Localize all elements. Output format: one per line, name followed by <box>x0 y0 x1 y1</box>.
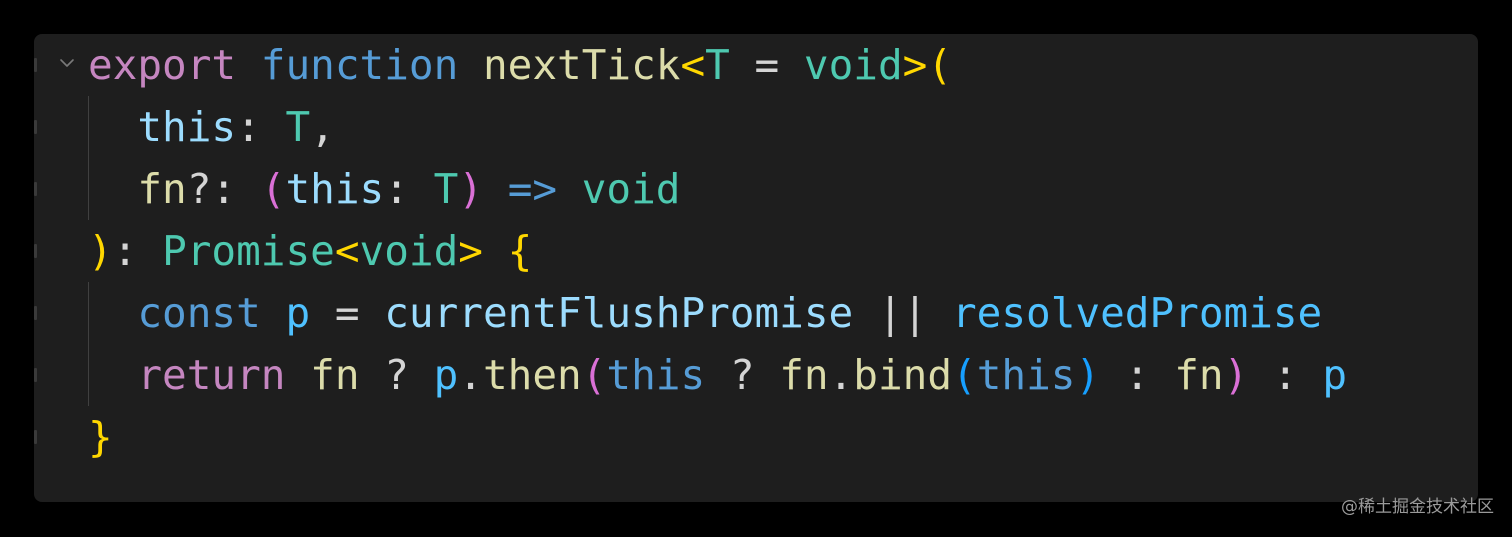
code-token: ? <box>705 351 780 399</box>
code-token: ( <box>952 351 977 399</box>
code-token: const <box>137 289 261 337</box>
code-line[interactable]: return fn ? p.then(this ? fn.bind(this) … <box>88 344 1347 406</box>
code-token: > <box>458 227 483 275</box>
code-token: = <box>729 41 804 89</box>
code-line[interactable]: export function nextTick<T = void>( <box>88 34 952 96</box>
code-token: ) <box>1223 351 1249 399</box>
code-token: : <box>1100 351 1175 399</box>
code-token: fn <box>779 351 829 399</box>
code-token: void <box>581 165 681 213</box>
code-token: ? <box>359 351 434 399</box>
code-token: } <box>88 413 113 461</box>
code-token: ( <box>581 351 607 399</box>
code-line[interactable]: ): Promise<void> { <box>88 220 532 282</box>
code-token: this <box>606 351 706 399</box>
code-token: function <box>260 41 459 89</box>
code-line[interactable]: this: T, <box>88 96 335 158</box>
code-token: = <box>310 289 385 337</box>
code-line[interactable]: fn?: (this: T) => void <box>88 158 681 220</box>
code-token: void <box>359 227 459 275</box>
code-token: ?: <box>186 165 261 213</box>
code-token: . <box>828 351 854 399</box>
code-token: fn <box>137 165 187 213</box>
screenshot-frame: export function nextTick<T = void>( this… <box>0 0 1512 537</box>
code-token: ) <box>1075 351 1101 399</box>
code-token: < <box>680 41 706 89</box>
code-token: nextTick <box>482 41 681 89</box>
watermark: @稀土掘金技术社区 <box>1341 497 1494 517</box>
code-token: resolvedPromise <box>951 289 1323 337</box>
code-token: fn <box>1174 351 1224 399</box>
code-token: this <box>976 351 1076 399</box>
code-token: Promise <box>162 227 335 275</box>
code-token: T <box>285 103 311 151</box>
code-token: : <box>112 227 163 275</box>
code-token: export <box>88 41 237 89</box>
code-token: , <box>310 103 335 151</box>
code-token: T <box>433 165 459 213</box>
code-editor[interactable]: export function nextTick<T = void>( this… <box>34 34 1478 502</box>
code-token: T <box>705 41 730 89</box>
code-token: < <box>334 227 360 275</box>
code-line[interactable]: const p = currentFlushPromise || resolve… <box>88 282 1322 344</box>
code-token: . <box>458 351 483 399</box>
code-token: this <box>137 103 237 151</box>
code-token: currentFlushPromise <box>384 289 854 337</box>
code-token: || <box>853 289 952 337</box>
code-token: p <box>1322 351 1348 399</box>
code-token: return <box>137 351 286 399</box>
code-line[interactable]: } <box>88 406 113 468</box>
code-token: > <box>902 41 928 89</box>
code-token: : <box>1248 351 1323 399</box>
code-token: => <box>507 165 558 213</box>
code-token: fn <box>310 351 360 399</box>
code-token: { <box>507 227 533 275</box>
code-token: : <box>236 103 286 151</box>
code-token: ) <box>458 165 483 213</box>
code-token: : <box>384 165 434 213</box>
code-area[interactable]: export function nextTick<T = void>( this… <box>34 34 1478 502</box>
code-token: p <box>433 351 459 399</box>
code-token: void <box>803 41 903 89</box>
code-token: bind <box>853 351 953 399</box>
code-token: then <box>482 351 582 399</box>
code-token: ( <box>927 41 953 89</box>
code-token: p <box>285 289 311 337</box>
code-token: ( <box>260 165 286 213</box>
code-token: ) <box>88 227 113 275</box>
code-token: this <box>285 165 385 213</box>
